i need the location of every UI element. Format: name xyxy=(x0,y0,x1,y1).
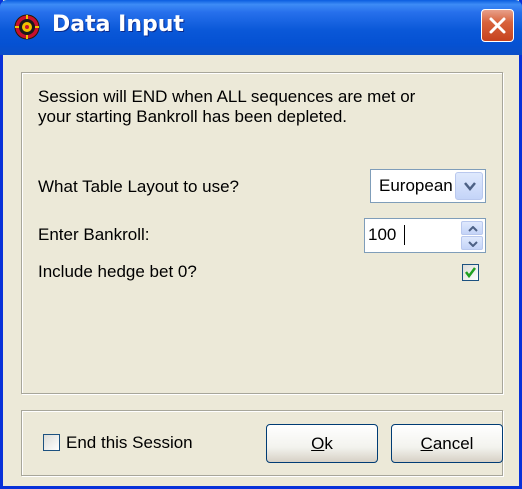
table-layout-select[interactable]: European xyxy=(370,169,486,203)
end-session-checkbox[interactable] xyxy=(43,434,60,451)
chevron-up-icon xyxy=(468,226,478,232)
data-input-dialog: Data Input Session will END when ALL seq… xyxy=(0,0,522,489)
hedge-bet-checkbox[interactable] xyxy=(462,264,479,281)
cancel-mnemonic: C xyxy=(420,434,433,453)
window-title: Data Input xyxy=(52,12,184,37)
bankroll-label: Enter Bankroll: xyxy=(38,225,150,244)
dropdown-button[interactable] xyxy=(455,172,483,200)
ok-label-rest: k xyxy=(324,434,333,453)
checkmark-icon xyxy=(465,267,476,279)
spin-up-button[interactable] xyxy=(461,221,483,235)
table-layout-value: European xyxy=(379,176,453,195)
spin-down-button[interactable] xyxy=(461,236,483,250)
bankroll-input[interactable]: 100 xyxy=(364,218,486,253)
bankroll-stepper[interactable] xyxy=(461,221,483,250)
hedge-bet-label: Include hedge bet 0? xyxy=(38,262,197,281)
text-caret xyxy=(404,225,405,245)
chevron-down-icon xyxy=(464,182,476,191)
cancel-button[interactable]: Cancel xyxy=(391,424,503,463)
end-session-label: End this Session xyxy=(66,433,193,452)
ok-button[interactable]: Ok xyxy=(266,424,378,463)
close-button[interactable] xyxy=(481,9,514,42)
cancel-label-rest: ancel xyxy=(432,434,474,453)
title-bar[interactable]: Data Input xyxy=(0,0,522,55)
table-layout-label: What Table Layout to use? xyxy=(38,177,239,196)
chevron-down-icon xyxy=(468,241,478,247)
roulette-wheel-icon xyxy=(14,14,40,40)
bankroll-value: 100 xyxy=(368,225,397,244)
footer-group: End this Session Ok Cancel xyxy=(21,410,503,476)
settings-group: Session will END when ALL sequences are … xyxy=(21,72,503,394)
session-message: Session will END when ALL sequences are … xyxy=(38,87,416,126)
ok-mnemonic: O xyxy=(311,434,325,453)
